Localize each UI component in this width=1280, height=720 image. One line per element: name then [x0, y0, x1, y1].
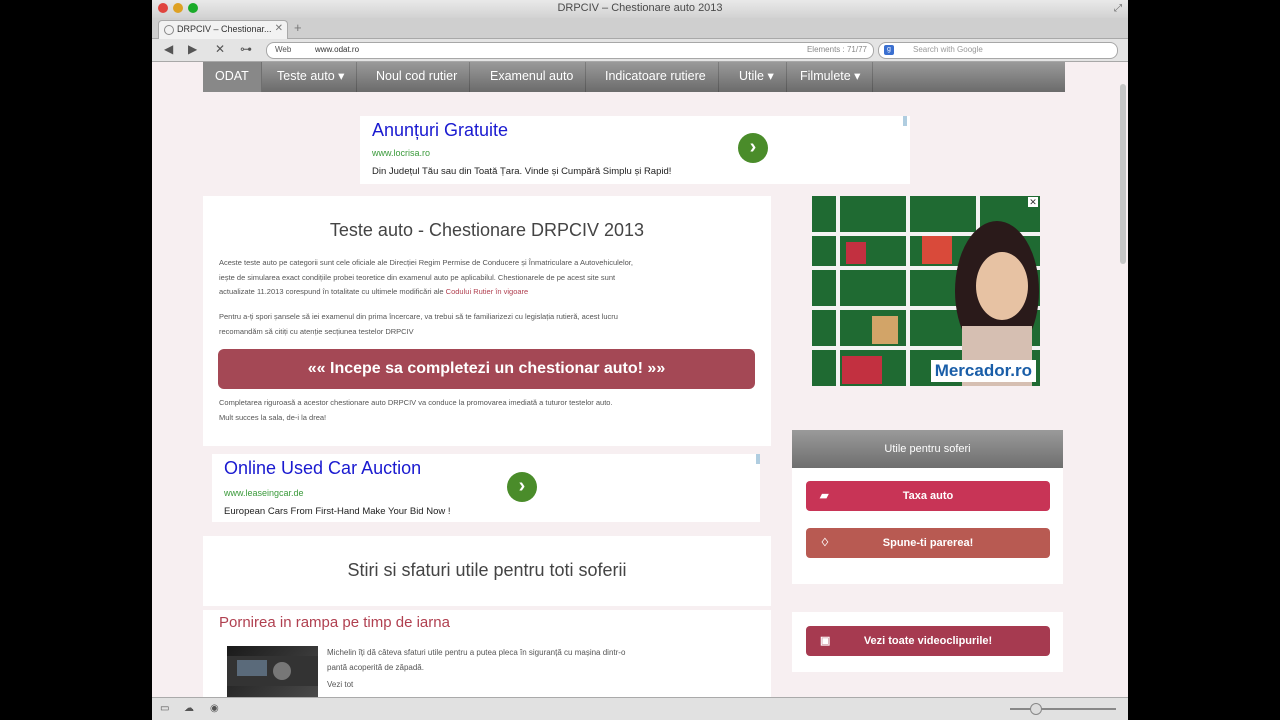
- tax-auto-label: Taxa auto: [902, 490, 954, 502]
- ad-close-icon[interactable]: ✕: [1028, 197, 1038, 207]
- all-videos-button[interactable]: ▣ Vezi toate videoclipurile!: [806, 626, 1050, 656]
- cloud-icon[interactable]: ☁: [184, 703, 194, 714]
- address-bar[interactable]: Web www.odat.ro Elements : 71/77: [266, 42, 874, 59]
- mercador-ad[interactable]: Mercador.ro ✕: [812, 196, 1040, 386]
- sidebar-panel: ▰ Taxa auto ♢ Spune-ti parerea!: [792, 468, 1063, 584]
- url-text[interactable]: www.odat.ro: [315, 45, 359, 54]
- thumbs-up-icon: ♢: [820, 537, 830, 549]
- opinion-button[interactable]: ♢ Spune-ti parerea!: [806, 528, 1050, 558]
- main-card: Teste auto - Chestionare DRPCIV 2013 Ace…: [203, 196, 771, 446]
- tax-auto-button[interactable]: ▰ Taxa auto: [806, 481, 1050, 511]
- sidebar-heading: Utile pentru soferi: [792, 430, 1063, 468]
- advice-line: Pentru a-ți spori șansele să iei examenu…: [219, 312, 618, 321]
- google-icon[interactable]: g: [884, 45, 894, 55]
- ad-mid-desc[interactable]: European Cars From First-Hand Make Your …: [224, 506, 451, 517]
- nav-item-examenul-auto[interactable]: Examenul auto: [478, 62, 587, 92]
- nav-item-filmulete[interactable]: Filmulete ▾: [788, 62, 874, 92]
- window-title: DRPCIV – Chestionare auto 2013: [557, 2, 723, 14]
- loading-spinner-icon: [164, 25, 174, 35]
- intro-line: actualizate 11.2013 corespund în totalit…: [219, 285, 755, 300]
- page-content: ODAT Teste auto ▾ Noul cod rutier Examen…: [152, 62, 1128, 698]
- ad-top[interactable]: Anunțuri Gratuite www.locrisa.ro Din Jud…: [360, 116, 910, 184]
- zoom-slider[interactable]: [1010, 708, 1116, 710]
- elements-counter: Elements : 71/77: [806, 45, 867, 54]
- ad-top-desc[interactable]: Din Județul Tău sau din Toată Țara. Vind…: [372, 166, 671, 177]
- read-more-link[interactable]: Vezi tot: [327, 678, 747, 693]
- intro-line: Aceste teste auto pe categorii sunt cele…: [219, 258, 633, 267]
- panel-icon[interactable]: ▭: [160, 703, 169, 714]
- mercador-logo[interactable]: Mercador.ro: [930, 360, 1036, 382]
- nav-item-home[interactable]: ODAT: [203, 62, 262, 92]
- ad-mid-arrow-icon[interactable]: ›: [507, 472, 537, 502]
- browser-toolbar: ◀ ▶ ✕ ⊶ Web www.odat.ro Elements : 71/77…: [152, 39, 1128, 62]
- stop-icon[interactable]: ✕: [215, 42, 225, 56]
- forward-icon[interactable]: ▶: [188, 42, 197, 56]
- outro-line: Mult succes la sala, de-i la drea!: [219, 412, 327, 422]
- all-videos-label: Vezi toate videoclipurile!: [863, 635, 993, 647]
- ad-mid-url[interactable]: www.leaseingcar.de: [224, 488, 304, 498]
- news-item-title[interactable]: Pornirea in rampa pe timp de iarna: [219, 614, 450, 631]
- title-bar: DRPCIV – Chestionare auto 2013 ⤢: [152, 0, 1128, 19]
- car-interior-image: [227, 656, 318, 686]
- news-text-line: pantă acoperită de zăpadă.: [327, 662, 424, 672]
- nav-item-teste-auto[interactable]: Teste auto ▾: [265, 62, 358, 92]
- new-tab-button[interactable]: +: [294, 20, 302, 35]
- video-panel: ▣ Vezi toate videoclipurile!: [792, 612, 1063, 672]
- site-nav: ODAT Teste auto ▾ Noul cod rutier Examen…: [203, 62, 1065, 92]
- intro-text: actualizate 11.2013 corespund în totalit…: [219, 287, 446, 296]
- ad-mid[interactable]: Online Used Car Auction www.leaseingcar.…: [212, 454, 760, 522]
- url-prefix: Web: [275, 45, 292, 54]
- search-bar[interactable]: g Search with Google: [878, 42, 1118, 59]
- advice-line: recomandăm să citiți cu atenție secțiune…: [219, 326, 414, 336]
- opinion-label: Spune-ti parerea!: [882, 537, 974, 549]
- ad-top-url[interactable]: www.locrisa.ro: [372, 148, 430, 158]
- news-text-line: Michelin îți dă câteva sfaturi utile pen…: [327, 648, 626, 657]
- outro-line: Completarea riguroasă a acestor chestion…: [219, 398, 613, 407]
- tab-bar: DRPCIV – Chestionar... ✕ +: [152, 18, 1128, 39]
- nav-item-utile[interactable]: Utile ▾: [727, 62, 787, 92]
- car-icon: ▰: [820, 490, 829, 502]
- status-bar: ▭ ☁ ◉: [152, 697, 1128, 720]
- adchoices-icon[interactable]: [756, 454, 760, 464]
- start-quiz-button[interactable]: «« Incepe sa completezi un chestionar au…: [218, 349, 755, 389]
- news-item: Pornirea in rampa pe timp de iarna Miche…: [203, 610, 771, 698]
- tab-active[interactable]: DRPCIV – Chestionar... ✕: [158, 20, 288, 39]
- adchoices-icon[interactable]: [903, 116, 907, 126]
- shelf-image: [812, 196, 1040, 386]
- news-section-title: Stiri si sfaturi utile pentru toti sofer…: [347, 560, 627, 580]
- main-intro: Aceste teste auto pe categorii sunt cele…: [219, 256, 755, 300]
- fullscreen-icon[interactable]: ⤢: [1114, 3, 1122, 14]
- cod-rutier-link[interactable]: Codului Rutier în vigoare: [446, 287, 529, 296]
- page-scrollbar[interactable]: [1120, 84, 1126, 264]
- browser-window: DRPCIV – Chestionare auto 2013 ⤢ DRPCIV …: [152, 0, 1128, 720]
- ad-mid-title[interactable]: Online Used Car Auction: [224, 458, 421, 479]
- news-item-text: Michelin îți dă câteva sfaturi utile pen…: [327, 646, 747, 693]
- back-icon[interactable]: ◀: [164, 42, 173, 56]
- news-thumbnail[interactable]: [227, 646, 318, 698]
- zoom-slider-thumb[interactable]: [1030, 703, 1042, 715]
- close-tab-icon[interactable]: ✕: [275, 23, 283, 34]
- ad-top-title[interactable]: Anunțuri Gratuite: [372, 120, 508, 141]
- nav-item-indicatoare[interactable]: Indicatoare rutiere: [593, 62, 719, 92]
- search-placeholder[interactable]: Search with Google: [913, 45, 983, 54]
- main-outro: Completarea riguroasă a acestor chestion…: [219, 396, 755, 425]
- main-title: Teste auto - Chestionare DRPCIV 2013: [329, 220, 645, 240]
- film-icon: ▣: [820, 635, 831, 647]
- main-advice: Pentru a-ți spori șansele să iei examenu…: [219, 310, 755, 339]
- key-icon[interactable]: ⊶: [240, 42, 252, 56]
- turbo-icon[interactable]: ◉: [210, 703, 219, 714]
- intro-line: iește de simularea exact condițiile prob…: [219, 272, 616, 282]
- nav-item-noul-cod[interactable]: Noul cod rutier: [364, 62, 471, 92]
- ad-top-arrow-icon[interactable]: ›: [738, 133, 768, 163]
- tab-title: DRPCIV – Chestionar...: [177, 24, 272, 34]
- news-header-card: Stiri si sfaturi utile pentru toti sofer…: [203, 536, 771, 606]
